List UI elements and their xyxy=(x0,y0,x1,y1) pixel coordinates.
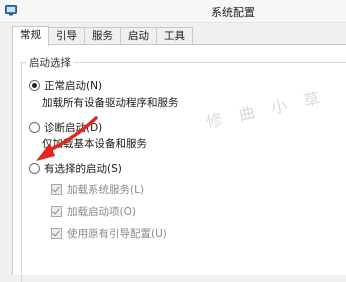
diagnostic-startup-desc: 仅加载基本设备和服务 xyxy=(42,138,147,150)
use-original-boot-config-checkbox[interactable] xyxy=(51,228,62,239)
load-system-services-checkbox[interactable] xyxy=(51,184,62,195)
startup-selection-legend: 启动选择 xyxy=(26,55,74,70)
normal-startup-radio[interactable] xyxy=(29,80,40,91)
diagnostic-startup-radio[interactable] xyxy=(29,122,40,133)
load-startup-items-label: 加载启动项(O) xyxy=(67,206,136,218)
general-tab-panel: 启动选择 正常启动(N) 加载所有设备驱动程序和服务 诊断启动(D) 仅加载基本… xyxy=(12,44,346,282)
tab-bar: 常规 引导 服务 启动 工具 xyxy=(12,26,193,46)
tab-startup[interactable]: 启动 xyxy=(120,27,157,45)
selective-startup-option[interactable]: 有选择的启动(S) xyxy=(29,161,122,176)
normal-startup-desc: 加载所有设备驱动程序和服务 xyxy=(42,97,179,109)
tab-services[interactable]: 服务 xyxy=(84,27,121,45)
title-bar: 系统配置 xyxy=(0,0,346,23)
load-startup-items-checkbox[interactable] xyxy=(51,206,62,217)
normal-startup-label: 正常启动(N) xyxy=(44,80,103,92)
load-system-services-label: 加载系统服务(L) xyxy=(67,184,145,196)
selective-startup-label: 有选择的启动(S) xyxy=(44,163,122,175)
window-title: 系统配置 xyxy=(211,6,255,19)
selective-startup-radio[interactable] xyxy=(29,163,40,174)
load-startup-items-option[interactable]: 加载启动项(O) xyxy=(51,204,136,219)
use-original-boot-config-label: 使用原有引导配置(U) xyxy=(67,228,167,240)
tab-general[interactable]: 常规 xyxy=(12,26,49,46)
diagnostic-startup-label: 诊断启动(D) xyxy=(44,122,103,134)
diagnostic-startup-option[interactable]: 诊断启动(D) xyxy=(29,120,102,135)
normal-startup-option[interactable]: 正常启动(N) xyxy=(29,78,102,93)
tab-boot[interactable]: 引导 xyxy=(48,27,85,45)
use-original-boot-config-option[interactable]: 使用原有引导配置(U) xyxy=(51,226,167,241)
load-system-services-option[interactable]: 加载系统服务(L) xyxy=(51,182,144,197)
tab-tools[interactable]: 工具 xyxy=(156,27,193,45)
